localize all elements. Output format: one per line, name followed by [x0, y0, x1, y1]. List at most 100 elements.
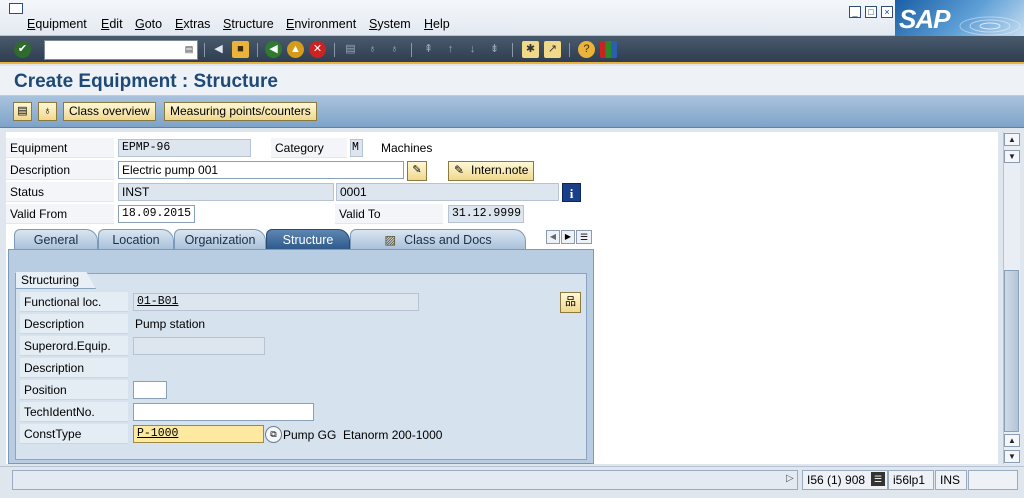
enter-checkmark-icon[interactable]: ✔ [14, 41, 31, 58]
print-icon[interactable]: ▤ [342, 41, 359, 58]
tab-organization[interactable]: Organization [174, 229, 266, 249]
find-icon[interactable]: ♁ [364, 41, 381, 58]
structuring-group-title: Structuring [16, 272, 96, 289]
techident-field[interactable] [133, 403, 314, 421]
measuring-points-button[interactable]: Measuring points/counters [164, 102, 317, 121]
command-back-arrow-icon[interactable]: ◀ [210, 41, 227, 58]
layout-menu-icon[interactable] [600, 41, 617, 58]
menu-edit[interactable]: Edit [101, 17, 123, 31]
intern-note-label: Intern.note [471, 163, 529, 177]
description-label: Description [6, 160, 114, 180]
tab-class-and-docs[interactable]: ▨ Class and Docs [350, 229, 526, 249]
previous-page-icon[interactable]: ↑ [442, 41, 459, 58]
description-field[interactable]: Electric pump 001 [118, 161, 404, 179]
scroll-down-button[interactable]: ▼ [1004, 450, 1020, 463]
shortcut-icon[interactable]: ↗ [544, 41, 561, 58]
status-message-area [12, 470, 798, 490]
scroll-up-button[interactable]: ▼ [1004, 150, 1020, 163]
superord-equip-field[interactable] [133, 337, 265, 355]
window-menu-icon[interactable] [9, 3, 23, 14]
functional-loc-description-text: Pump station [135, 317, 206, 331]
structure-hierarchy-icon[interactable]: 品 [560, 292, 581, 313]
menu-goto[interactable]: Goto [135, 17, 162, 31]
category-label: Category [271, 138, 347, 158]
exit-icon[interactable]: ▲ [287, 41, 304, 58]
back-icon[interactable]: ◀ [265, 41, 282, 58]
functional-loc-label: Functional loc. [20, 292, 128, 312]
equipment-field[interactable]: EPMP-96 [118, 139, 251, 157]
first-page-icon[interactable]: ⇞ [420, 41, 437, 58]
toolbar-separator [204, 43, 205, 57]
note-pencil-icon: ✎ [454, 163, 465, 177]
position-field[interactable] [133, 381, 167, 399]
application-toolbar: ▤ ♁ Class overview Measuring points/coun… [0, 96, 1024, 128]
class-overview-button[interactable]: Class overview [63, 102, 156, 121]
next-page-icon[interactable]: ↓ [464, 41, 481, 58]
tab-class-and-docs-label: Class and Docs [404, 233, 492, 247]
find-next-icon[interactable]: ♁ [386, 41, 403, 58]
position-label: Position [20, 380, 128, 400]
edit-long-text-icon[interactable]: ✎ [407, 161, 427, 181]
functional-loc-field[interactable]: 01-B01 [133, 293, 419, 311]
scrollbar-thumb[interactable] [1004, 270, 1019, 432]
tab-location[interactable]: Location [98, 229, 174, 249]
consttype-label: ConstType [20, 424, 128, 444]
minimize-button[interactable]: _ [849, 6, 861, 18]
functional-loc-value: 01-B01 [137, 295, 179, 308]
valid-from-label: Valid From [6, 204, 114, 224]
page-title: Create Equipment : Structure [14, 71, 278, 92]
standard-toolbar: ✔ ▤ ◀ ■ ◀ ▲ ✕ ▤ ♁ ♁ ⇞ ↑ ↓ ⇟ ✱ ↗ ? [0, 36, 1024, 64]
system-info-text: I56 (1) 908 [807, 473, 866, 487]
consttype-field[interactable]: P-1000 [133, 425, 264, 443]
tab-scroll-left-button[interactable]: ◀ [546, 230, 560, 244]
command-field[interactable] [44, 40, 198, 60]
tab-list-icon[interactable]: ☰ [576, 230, 592, 244]
status-field-secondary[interactable]: 0001 [336, 183, 559, 201]
value-help-icon[interactable]: ⧉ [265, 426, 282, 443]
cancel-icon[interactable]: ✕ [309, 41, 326, 58]
last-page-icon[interactable]: ⇟ [486, 41, 503, 58]
menu-extras[interactable]: Extras [175, 17, 210, 31]
menu-structure[interactable]: Structure [223, 17, 274, 31]
valid-to-label: Valid To [335, 204, 443, 224]
status-info-icon[interactable]: i [562, 183, 581, 202]
tab-scroll-right-button[interactable]: ▶ [561, 230, 575, 244]
menu-help[interactable]: Help [424, 17, 450, 31]
functional-loc-description-label: Description [20, 314, 128, 334]
valid-from-field[interactable]: 18.09.2015 [118, 205, 195, 223]
system-info-list-icon[interactable]: ☰ [871, 472, 885, 486]
tab-structure[interactable]: Structure [266, 229, 350, 249]
intern-note-button[interactable]: ✎ Intern.note [448, 161, 535, 181]
scroll-top-button[interactable]: ▲ [1004, 133, 1020, 146]
display-document-icon[interactable]: ▤ [13, 102, 32, 121]
toolbar-separator [512, 43, 513, 57]
binoculars-icon[interactable]: ♁ [38, 102, 57, 121]
sap-logo: SAP [895, 0, 1024, 36]
consttype-description-text: Pump GG Etanorm 200-1000 [283, 428, 443, 442]
close-window-button[interactable]: × [881, 6, 893, 18]
create-session-icon[interactable]: ✱ [522, 41, 539, 58]
status-expand-icon[interactable]: ▷ [786, 473, 794, 484]
techident-label: TechIdentNo. [20, 402, 128, 422]
menu-environment[interactable]: Environment [286, 17, 356, 31]
menu-system[interactable]: System [369, 17, 411, 31]
consttype-value: P-1000 [137, 427, 179, 440]
superord-equip-label: Superord.Equip. [20, 336, 128, 356]
command-history-icon[interactable]: ▤ [184, 43, 194, 56]
sap-logo-text: SAP [899, 4, 950, 34]
scroll-page-up-button[interactable]: ▲ [1004, 434, 1020, 447]
toolbar-separator [334, 43, 335, 57]
category-field[interactable]: M [350, 139, 363, 157]
status-empty-field [968, 470, 1018, 490]
server-field: i56lp1 [888, 470, 934, 490]
help-icon[interactable]: ? [578, 41, 595, 58]
maximize-button[interactable]: □ [865, 6, 877, 18]
status-label: Status [6, 182, 114, 202]
equipment-label: Equipment [6, 138, 114, 158]
valid-to-field[interactable]: 31.12.9999 [448, 205, 524, 223]
menu-equipment[interactable]: Equipment [27, 17, 87, 31]
save-icon[interactable]: ■ [232, 41, 249, 58]
status-field[interactable]: INST [118, 183, 334, 201]
category-text: Machines [381, 141, 433, 155]
tab-general[interactable]: General [14, 229, 98, 249]
